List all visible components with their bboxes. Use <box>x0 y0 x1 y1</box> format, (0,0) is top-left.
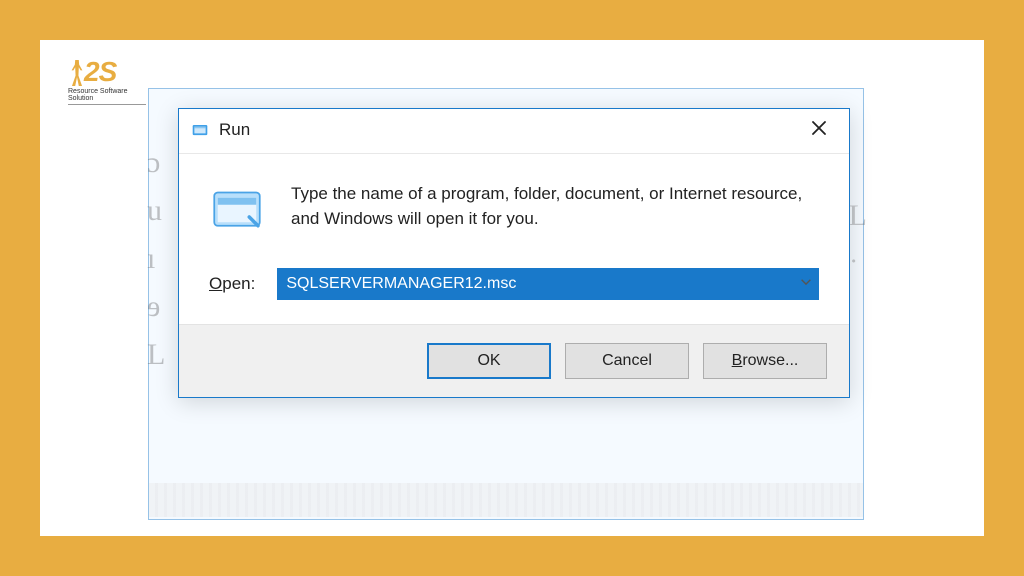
close-icon <box>811 120 827 141</box>
dialog-title: Run <box>219 120 250 140</box>
page-canvas: 2S Resource Software Solution ɔuıɘL L˙ R… <box>40 40 984 536</box>
browse-button[interactable]: Browse... <box>703 343 827 379</box>
brand-logo-mark: 2S <box>68 58 146 86</box>
open-input[interactable] <box>277 268 819 300</box>
brand-logo-tagline: Resource Software Solution <box>68 88 146 105</box>
run-large-icon <box>209 182 265 238</box>
dialog-body: Type the name of a program, folder, docu… <box>179 154 849 264</box>
run-dialog: Run Type the name of a program, folder, … <box>178 108 850 398</box>
dialog-description: Type the name of a program, folder, docu… <box>291 182 819 231</box>
background-window-footer <box>149 483 863 517</box>
run-icon <box>191 121 209 139</box>
background-text-fuzz-left: ɔuıɘL <box>147 139 165 379</box>
open-combobox[interactable] <box>277 268 819 300</box>
cancel-button[interactable]: Cancel <box>565 343 689 379</box>
background-text-fuzz-right: L˙ <box>849 189 867 297</box>
title-left: Run <box>191 120 250 140</box>
open-label: Open: <box>209 274 255 294</box>
brand-logo: 2S Resource Software Solution <box>68 58 146 105</box>
titlebar[interactable]: Run <box>179 109 849 154</box>
dialog-footer: OK Cancel Browse... <box>179 324 849 397</box>
ok-button[interactable]: OK <box>427 343 551 379</box>
open-row: Open: <box>179 264 849 324</box>
close-button[interactable] <box>801 115 837 145</box>
